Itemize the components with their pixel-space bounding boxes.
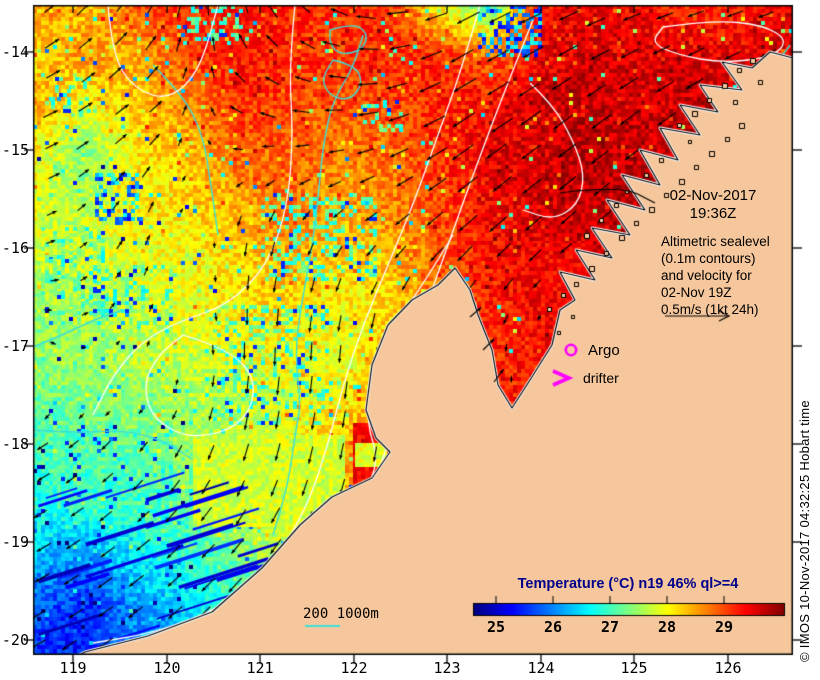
colorbar-tick-label: 25 [486,618,506,636]
colorbar-tick-label: 29 [714,618,734,636]
x-tick-label: 122 [340,659,368,677]
y-tick-label: -15 [1,141,29,159]
y-tick-label: -16 [1,239,29,257]
x-tick-label: 123 [433,659,461,677]
x-tick-label: 125 [620,659,648,677]
colorbar-tick-label: 26 [543,618,563,636]
altimetric-note-line2: (0.1m contours) [661,251,756,266]
argo-legend-label: Argo [588,342,620,359]
sst-map-figure: 02-Nov-2017 19:36Z Altimetric sealevel (… [0,0,820,680]
drifter-legend-label: drifter [583,370,619,386]
y-tick-label: -19 [1,533,29,551]
altimetric-note-line4: 02-Nov 19Z [661,285,732,300]
altimetric-note-line5: 0.5m/s (1kt 24h) [661,302,759,317]
bathymetry-scale-label: 200 1000m [303,606,379,622]
y-tick-label: -20 [1,631,29,649]
colorbar-tick-label: 27 [600,618,620,636]
y-tick-label: -17 [1,337,29,355]
colorbar-tick-label: 28 [657,618,677,636]
x-tick-label: 120 [153,659,181,677]
y-tick-label: -18 [1,435,29,453]
x-tick-label: 124 [527,659,555,677]
x-tick-label: 121 [246,659,274,677]
altimetric-note-line3: and velocity for [661,268,752,283]
y-tick-label: -14 [1,43,29,61]
x-tick-label: 126 [714,659,742,677]
datetime-line2: 19:36Z [689,205,737,222]
colorbar-title: Temperature (°C) n19 46% ql>=4 [517,576,739,592]
datetime-line1: 02-Nov-2017 [669,187,757,204]
credit-text: © IMOS 10-Nov-2017 04:32:25 Hobart time [797,400,812,662]
x-tick-label: 119 [59,659,87,677]
altimetric-note-line1: Altimetric sealevel [661,234,770,249]
